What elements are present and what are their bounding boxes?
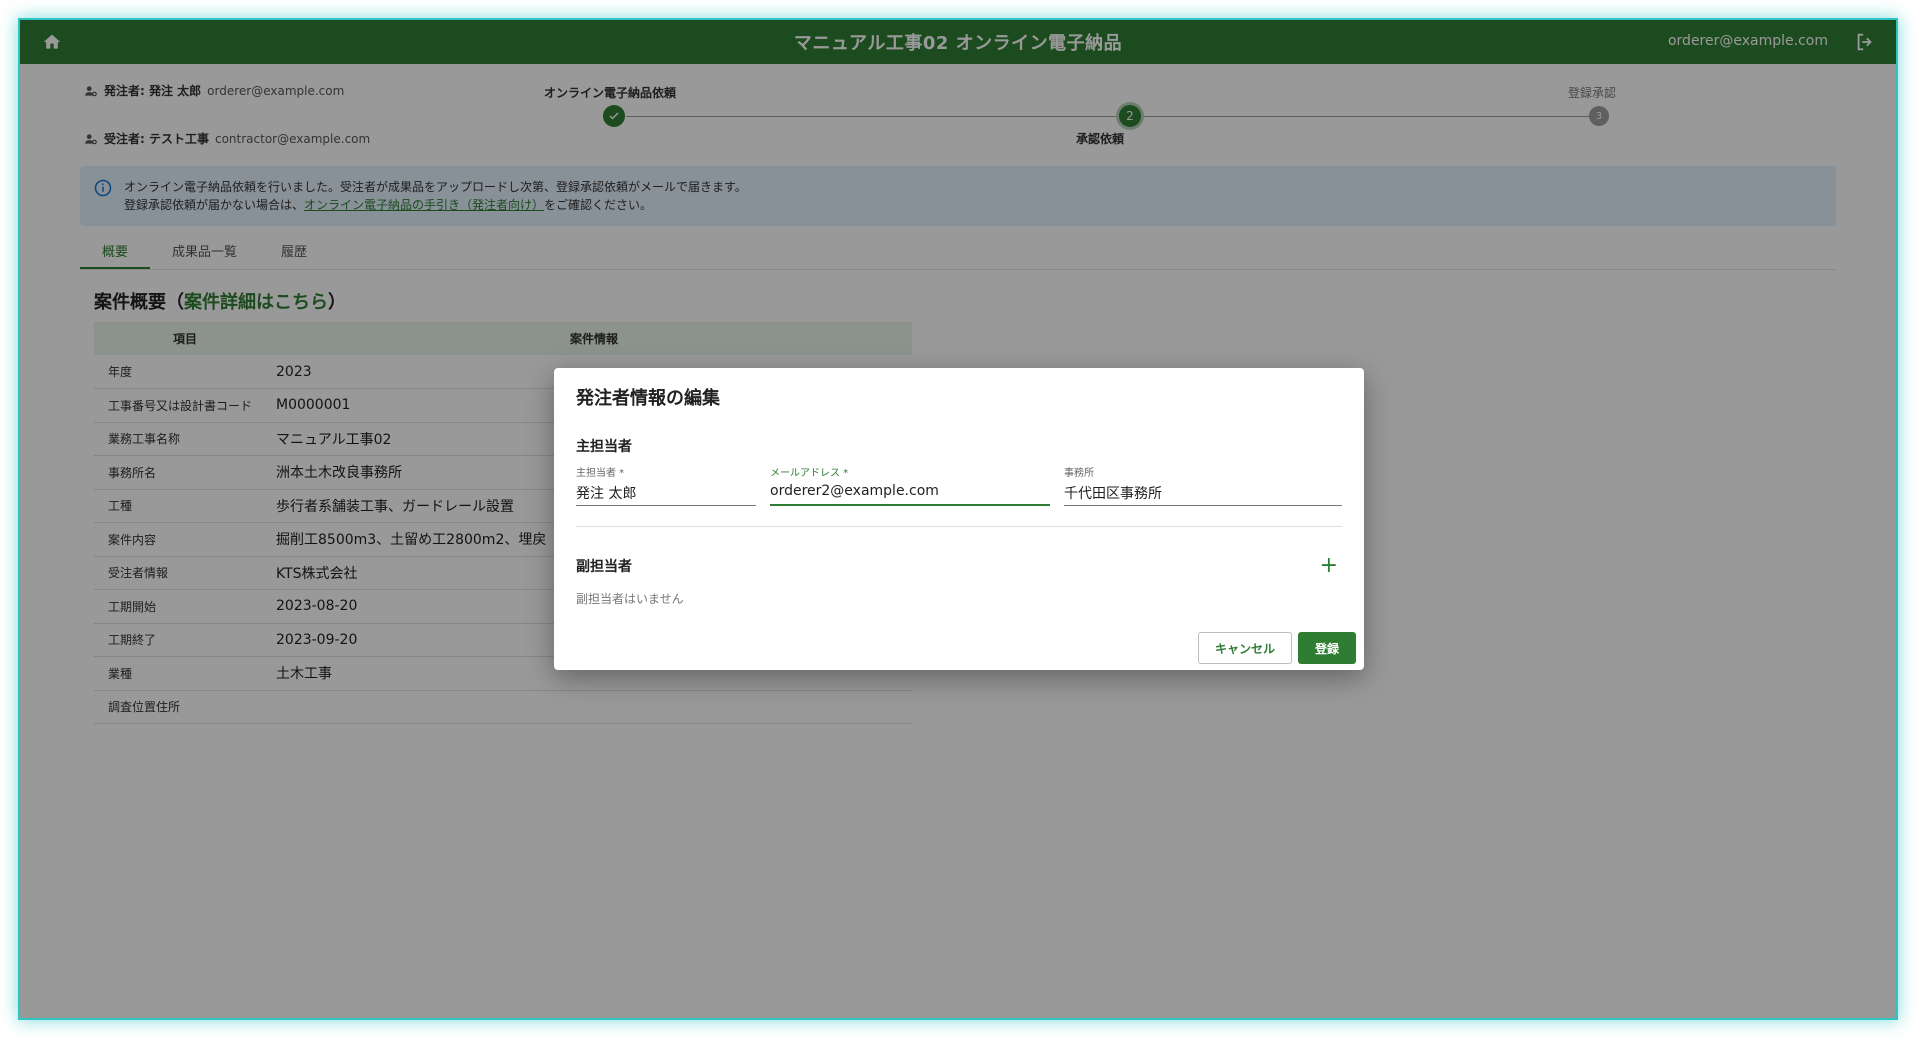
- dialog-title: 発注者情報の編集: [576, 388, 720, 409]
- divider: [576, 526, 1342, 527]
- submit-button[interactable]: 登録: [1298, 632, 1356, 664]
- sub-contact-heading: 副担当者: [576, 559, 632, 575]
- main-contact-name-field[interactable]: 主担当者 * 発注 太郎: [576, 464, 756, 506]
- edit-orderer-dialog: 発注者情報の編集 主担当者 主担当者 * 発注 太郎 メールアドレス * ord…: [554, 368, 1364, 670]
- add-sub-contact-icon[interactable]: +: [1320, 555, 1338, 577]
- email-field[interactable]: メールアドレス * orderer2@example.com: [770, 464, 1050, 506]
- main-contact-name-value: 発注 太郎: [576, 486, 637, 502]
- cancel-button[interactable]: キャンセル: [1198, 632, 1292, 664]
- office-field[interactable]: 事務所 千代田区事務所: [1064, 464, 1342, 506]
- office-value: 千代田区事務所: [1064, 486, 1162, 502]
- main-contact-heading: 主担当者: [576, 439, 632, 455]
- no-sub-contact-text: 副担当者はいません: [576, 592, 684, 606]
- app-window: マニュアル工事02 オンライン電子納品 orderer@example.com …: [20, 20, 1896, 1018]
- email-value: orderer2@example.com: [770, 483, 939, 499]
